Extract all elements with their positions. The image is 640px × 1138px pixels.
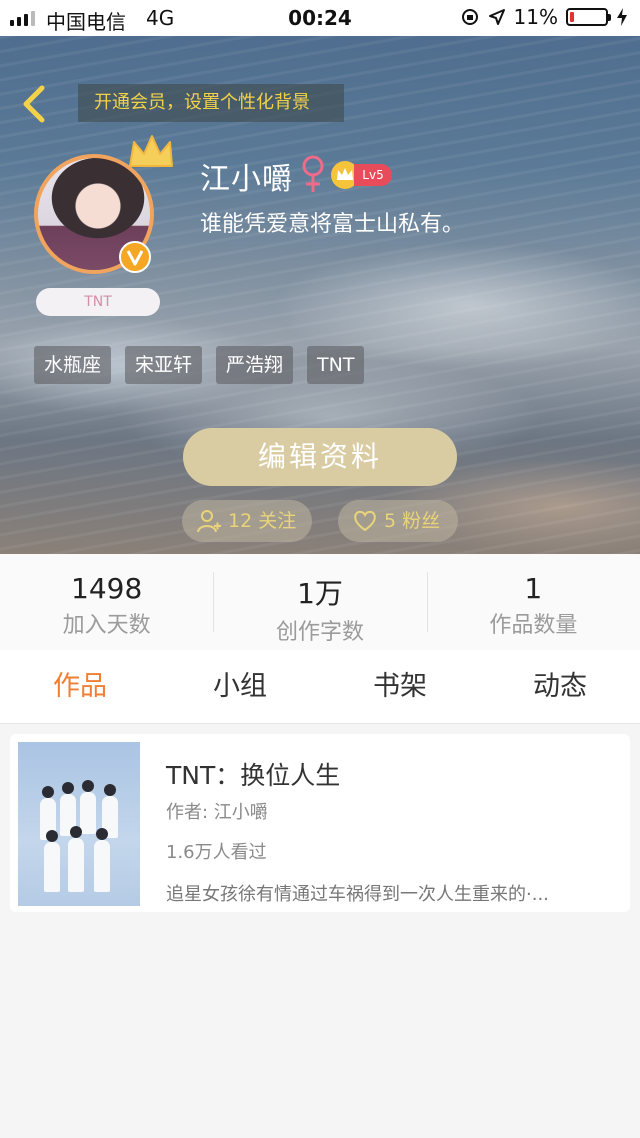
work-card[interactable]: TNT：换位人生 作者: 江小嚼 1.6万人看过 追星女孩徐有情通过车祸得到一次… (10, 734, 630, 912)
location-icon (488, 9, 505, 25)
stat-label: 创作字数 (275, 620, 364, 645)
tab-bookshelf[interactable]: 书架 (320, 650, 480, 723)
battery-icon (566, 8, 611, 26)
tag-item[interactable]: 水瓶座 (34, 346, 112, 384)
stats-bar: 1498 加入天数 1万 创作字数 1 作品数量 (0, 554, 640, 650)
battery-percent: 11% (513, 5, 558, 29)
vip-background-banner[interactable]: 开通会员，设置个性化背景 (78, 84, 344, 122)
tag-item[interactable]: TNT (307, 346, 365, 384)
following-label: 12 关注 (228, 510, 297, 532)
tab-activity[interactable]: 动态 (480, 650, 640, 723)
tab-groups[interactable]: 小组 (160, 650, 320, 723)
fan-badge-pill: TNT (36, 288, 160, 316)
stat-value: 1万 (297, 577, 343, 610)
user-bio: 谁能凭爱意将富士山私有。 (200, 212, 465, 237)
stat-label: 加入天数 (62, 613, 151, 638)
tag-list: 水瓶座 宋亚轩 严浩翔 TNT (34, 346, 365, 384)
rotation-lock-icon (461, 9, 478, 25)
verified-v-icon (119, 241, 151, 273)
work-cover-image (18, 742, 140, 906)
edit-profile-button[interactable]: 编辑资料 (183, 428, 457, 486)
user-name: 江小嚼 (200, 162, 293, 197)
tag-item[interactable]: 严浩翔 (216, 346, 294, 384)
signal-icon (10, 10, 35, 26)
status-bar: 中国电信 4G 00:24 11% (0, 0, 640, 36)
female-icon (302, 155, 324, 192)
back-chevron-icon[interactable] (18, 84, 54, 124)
level-badge: Lv5 (354, 164, 392, 186)
stat-value: 1498 (71, 572, 143, 605)
profile-tabs: 作品 小组 书架 动态 (0, 650, 640, 724)
profile-header-background: 开通会员，设置个性化背景 TNT 江小嚼 Lv5 谁能凭爱意将富士山私有。 水瓶… (0, 36, 640, 554)
user-add-icon (197, 510, 221, 533)
crown-icon (129, 135, 173, 167)
work-author: 作者: 江小嚼 (166, 802, 268, 823)
work-title: TNT：换位人生 (166, 761, 341, 790)
work-views: 1.6万人看过 (166, 842, 267, 863)
stat-join-days: 1498 加入天数 (0, 554, 213, 650)
fans-button[interactable]: 5 粉丝 (338, 500, 458, 542)
charging-icon (617, 8, 627, 26)
stat-value: 1 (524, 572, 543, 605)
carrier-label: 中国电信 (46, 10, 126, 34)
stat-word-count: 1万 创作字数 (213, 554, 426, 650)
tag-item[interactable]: 宋亚轩 (125, 346, 203, 384)
following-button[interactable]: 12 关注 (182, 500, 312, 542)
stat-works-count: 1 作品数量 (426, 554, 640, 650)
heart-icon (354, 510, 376, 532)
fans-label: 5 粉丝 (384, 510, 441, 532)
stat-label: 作品数量 (489, 613, 578, 638)
network-label: 4G (146, 6, 175, 30)
tab-works[interactable]: 作品 (0, 650, 160, 723)
work-description: 追星女孩徐有情通过车祸得到一次人生重来的·... (166, 884, 549, 905)
